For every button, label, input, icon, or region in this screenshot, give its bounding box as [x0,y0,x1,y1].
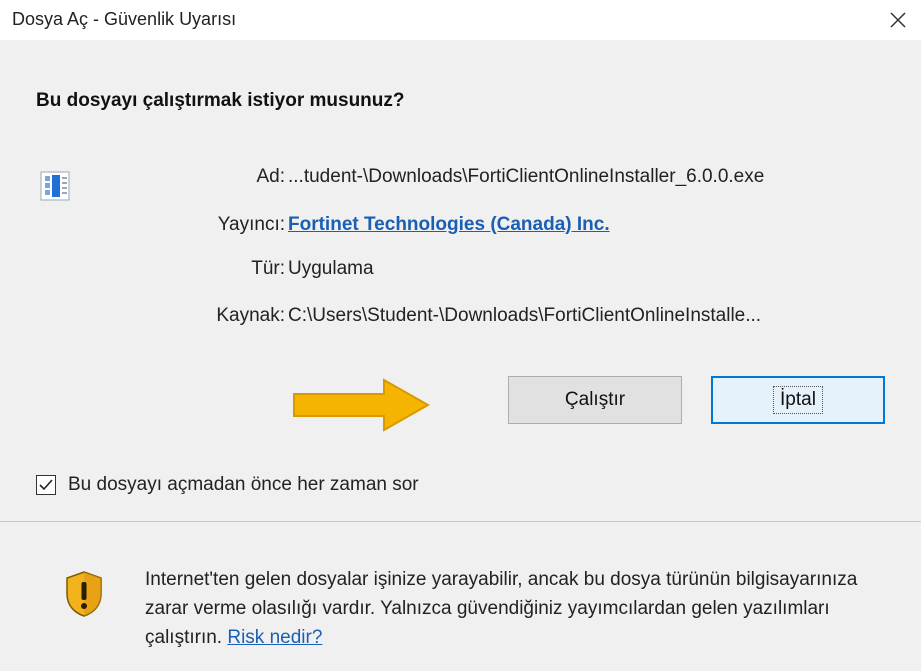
run-button[interactable]: Çalıştır [508,376,682,424]
warning-text-block: Internet'ten gelen dosyalar işinize yara… [145,565,905,652]
publisher-label: Yayıncı: [217,214,285,235]
cancel-button-label: İptal [773,386,823,414]
cancel-button[interactable]: İptal [711,376,885,424]
always-ask-label[interactable]: Bu dosyayı açmadan önce her zaman sor [68,474,419,496]
window-title: Dosya Aç - Güvenlik Uyarısı [12,9,237,29]
run-button-label: Çalıştır [564,389,626,410]
title-bar: Dosya Aç - Güvenlik Uyarısı [0,0,921,40]
type-label: Tür: [251,258,285,279]
source-label: Kaynak: [216,305,285,326]
close-button[interactable] [875,0,921,40]
type-value: Uygulama [288,258,374,279]
publisher-link[interactable]: Fortinet Technologies (Canada) Inc. [288,214,610,236]
name-label: Ad: [256,166,285,187]
warning-shield-icon [66,571,102,617]
close-icon [890,12,906,28]
always-ask-checkbox[interactable] [36,475,56,495]
dialog-question: Bu dosyayı çalıştırmak istiyor musunuz? [36,90,405,111]
source-value: C:\Users\Student-\Downloads\FortiClientO… [288,305,762,326]
name-value: ...tudent-\Downloads\FortiClientOnlineIn… [288,166,765,187]
risk-link[interactable]: Risk nedir? [227,627,322,648]
checkmark-icon [39,479,53,491]
arrow-right-icon [293,378,431,432]
application-file-icon [40,171,70,201]
